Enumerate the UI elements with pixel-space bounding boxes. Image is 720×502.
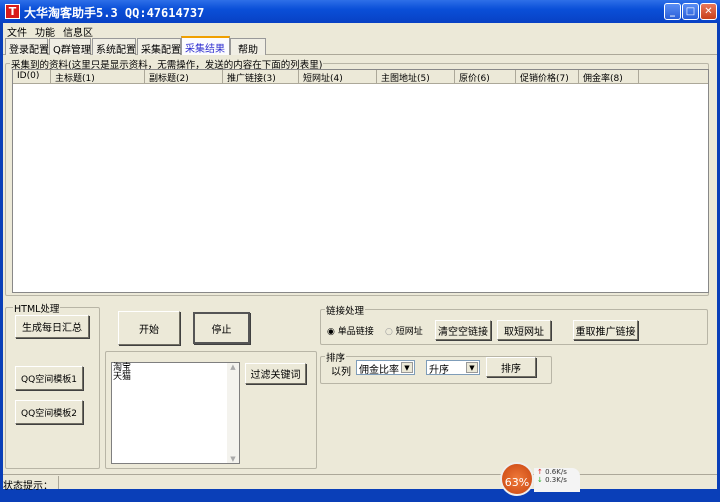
- col-commission[interactable]: 佣金率(8): [579, 70, 639, 84]
- link-group-label: 链接处理: [325, 303, 366, 317]
- download-speed: 0.3K/s: [545, 476, 567, 484]
- minimize-button[interactable]: _: [664, 3, 681, 20]
- clear-empty-links-button[interactable]: 清空空链接: [435, 320, 491, 340]
- sort-button[interactable]: 排序: [486, 357, 536, 377]
- window-title: 大华淘客助手5.3 QQ:47614737: [24, 6, 205, 20]
- col-original-price[interactable]: 原价(6): [455, 70, 516, 84]
- sort-order-value: 升序: [429, 365, 449, 376]
- network-speed-widget: ↑ 0.6K/s ↓ 0.3K/s: [534, 468, 580, 492]
- memory-usage-ball[interactable]: 63%: [500, 462, 534, 496]
- sort-by-label: 以列: [331, 367, 351, 378]
- radio-short-url[interactable]: ○ 短网址: [385, 324, 423, 337]
- scroll-up-icon[interactable]: ▲: [227, 363, 239, 371]
- radio-single-link[interactable]: ◉ 单品链接: [327, 324, 374, 337]
- chevron-down-icon[interactable]: ▼: [401, 362, 413, 373]
- menu-bar: 文件 功能 信息区: [3, 23, 717, 39]
- chevron-down-icon[interactable]: ▼: [466, 362, 478, 373]
- menu-file[interactable]: 文件: [7, 24, 27, 39]
- status-label: 状态提示：: [3, 481, 53, 492]
- close-button[interactable]: ✕: [700, 3, 717, 20]
- title-bar: T 大华淘客助手5.3 QQ:47614737 _ □ ✕: [0, 0, 720, 23]
- tab-collect-results[interactable]: 采集结果: [181, 36, 230, 55]
- refetch-promo-link-button[interactable]: 重取推广链接: [573, 320, 638, 340]
- upload-speed: 0.6K/s: [545, 468, 567, 476]
- tab-collect-config[interactable]: 采集配置: [137, 38, 181, 56]
- html-group-label: HTML处理: [13, 301, 61, 315]
- status-bar: 状态提示：: [3, 474, 717, 492]
- keywords-text: 淘宝 天猫: [113, 363, 132, 382]
- tab-login-config[interactable]: 登录配置: [5, 38, 49, 56]
- col-title[interactable]: 主标题(1): [51, 70, 145, 84]
- tab-system-config[interactable]: 系统配置: [92, 38, 136, 56]
- radio-single-link-label: 单品链接: [337, 327, 374, 337]
- menu-info[interactable]: 信息区: [63, 24, 93, 39]
- client-area: 文件 功能 信息区 登录配置 Q群管理 系统配置 采集配置 采集结果 帮助 采集…: [3, 23, 717, 492]
- scrollbar[interactable]: ▲ ▼: [227, 363, 239, 463]
- maximize-button[interactable]: □: [682, 3, 699, 20]
- get-short-url-button[interactable]: 取短网址: [497, 320, 551, 340]
- sort-group-label: 排序: [325, 350, 347, 364]
- col-subtitle[interactable]: 副标题(2): [145, 70, 223, 84]
- memory-percent: 63%: [504, 476, 530, 489]
- col-image-url[interactable]: 主图地址(5): [377, 70, 455, 84]
- col-promo-link[interactable]: 推广链接(3): [223, 70, 299, 84]
- tab-qq-group[interactable]: Q群管理: [49, 38, 91, 56]
- qzone-template2-button[interactable]: QQ空间模板2: [15, 400, 83, 424]
- col-promo-price[interactable]: 促销价格(7): [516, 70, 579, 84]
- sort-column-value: 佣金比率: [359, 365, 399, 376]
- filter-keywords-button[interactable]: 过滤关键词: [245, 363, 306, 384]
- tab-help[interactable]: 帮助: [230, 38, 266, 56]
- sort-column-select[interactable]: 佣金比率 ▼: [356, 360, 415, 376]
- col-id[interactable]: ID(0): [13, 70, 51, 84]
- qzone-template1-button[interactable]: QQ空间模板1: [15, 366, 83, 390]
- menu-function[interactable]: 功能: [35, 24, 55, 39]
- app-icon: T: [5, 4, 20, 19]
- radio-short-url-label: 短网址: [395, 327, 423, 337]
- scroll-down-icon[interactable]: ▼: [227, 455, 239, 463]
- keywords-textarea[interactable]: 淘宝 天猫 ▲ ▼: [111, 362, 240, 464]
- results-table[interactable]: ID(0) 主标题(1) 副标题(2) 推广链接(3) 短网址(4) 主图地址(…: [12, 69, 709, 293]
- sort-order-select[interactable]: 升序 ▼: [426, 360, 480, 376]
- daily-summary-button[interactable]: 生成每日汇总: [15, 315, 89, 338]
- start-button[interactable]: 开始: [118, 311, 180, 345]
- stop-button[interactable]: 停止: [193, 312, 250, 344]
- col-short-url[interactable]: 短网址(4): [299, 70, 377, 84]
- upload-arrow-icon: ↑: [537, 468, 543, 476]
- download-arrow-icon: ↓: [537, 476, 543, 484]
